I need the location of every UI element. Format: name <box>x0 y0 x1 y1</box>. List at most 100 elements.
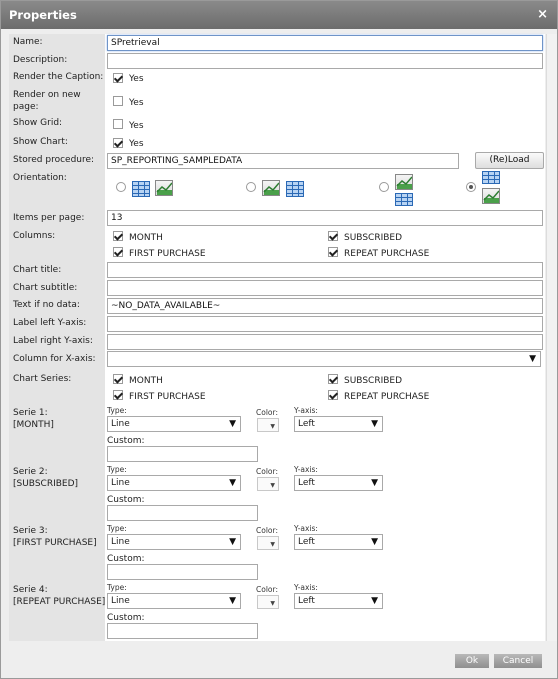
orientation-radio-3[interactable] <box>379 182 389 192</box>
serie-3-name: [FIRST PURCHASE] <box>13 538 97 548</box>
serie-4-color-picker[interactable]: ▼ <box>257 595 279 609</box>
serie-3-color-label: Color: <box>256 526 278 535</box>
serie-4-yaxis-label: Y-axis: <box>294 583 318 592</box>
serie-2-type-label: Type: <box>107 465 127 474</box>
columns-option-subscribed: SUBSCRIBED <box>344 233 403 243</box>
grid-icon <box>482 171 500 184</box>
serie-4-name: [REPEAT PURCHASE] <box>13 597 106 607</box>
stored-procedure-input[interactable]: SP_REPORTING_SAMPLEDATA <box>107 153 459 169</box>
chart-icon <box>155 180 173 196</box>
chevron-down-icon: ▼ <box>270 423 275 430</box>
grid-icon <box>395 193 413 206</box>
serie-3-custom-input[interactable] <box>107 564 258 580</box>
serie-2-name: [SUBSCRIBED] <box>13 479 79 489</box>
reload-button[interactable]: (Re)Load <box>475 152 544 169</box>
serie-1-type-value: Line <box>111 419 130 429</box>
chart-series-checkbox-repeat-purchase[interactable] <box>328 390 338 400</box>
column-x-axis-select[interactable]: ▼ <box>107 351 541 367</box>
serie-1-title: Serie 1: <box>13 408 48 418</box>
label-right-y-input[interactable] <box>107 334 543 350</box>
serie-1-type-select[interactable]: Line ▼ <box>107 416 241 432</box>
properties-dialog: Properties × Name: SPretrieval Descripti… <box>0 0 558 679</box>
title-bar[interactable]: Properties × <box>1 1 557 29</box>
serie-3-title: Serie 3: <box>13 526 48 536</box>
serie-4-title: Serie 4: <box>13 585 48 595</box>
serie-2-type-value: Line <box>111 478 130 488</box>
columns-option-repeat-purchase: REPEAT PURCHASE <box>344 249 430 259</box>
serie-3-yaxis-select[interactable]: Left ▼ <box>294 534 383 550</box>
serie-2-yaxis-value: Left <box>298 478 315 488</box>
chevron-down-icon: ▼ <box>229 596 236 606</box>
serie-3-type-label: Type: <box>107 524 127 533</box>
ok-button[interactable]: Ok <box>455 654 489 668</box>
serie-2-yaxis-select[interactable]: Left ▼ <box>294 475 383 491</box>
chart-series-option-month: MONTH <box>129 376 163 386</box>
render-new-page-checkbox[interactable] <box>113 96 123 106</box>
grid-icon <box>286 181 304 197</box>
render-new-page-label-2: page: <box>13 102 39 112</box>
serie-1-yaxis-select[interactable]: Left ▼ <box>294 416 383 432</box>
chart-icon <box>395 174 413 190</box>
serie-2-type-select[interactable]: Line ▼ <box>107 475 241 491</box>
serie-1-color-picker[interactable]: ▼ <box>257 418 279 432</box>
serie-2-color-label: Color: <box>256 467 278 476</box>
render-caption-checkbox[interactable] <box>113 73 123 83</box>
chevron-down-icon: ▼ <box>371 419 378 429</box>
serie-4-custom-input[interactable] <box>107 623 258 639</box>
orientation-radio-2[interactable] <box>246 182 256 192</box>
label-left-y-input[interactable] <box>107 316 543 332</box>
columns-option-first-purchase: FIRST PURCHASE <box>129 249 206 259</box>
serie-2-custom-input[interactable] <box>107 505 258 521</box>
description-label: Description: <box>13 55 68 65</box>
text-no-data-input[interactable]: ~NO_DATA_AVAILABLE~ <box>107 298 543 314</box>
serie-2-color-picker[interactable]: ▼ <box>257 477 279 491</box>
chevron-down-icon: ▼ <box>229 537 236 547</box>
columns-checkbox-month[interactable] <box>113 231 123 241</box>
serie-3-yaxis-label: Y-axis: <box>294 524 318 533</box>
chevron-down-icon: ▼ <box>270 541 275 548</box>
serie-2-yaxis-label: Y-axis: <box>294 465 318 474</box>
serie-4-color-label: Color: <box>256 585 278 594</box>
orientation-radio-4[interactable] <box>466 182 476 192</box>
chevron-down-icon: ▼ <box>270 600 275 607</box>
serie-4-type-label: Type: <box>107 583 127 592</box>
serie-4-yaxis-select[interactable]: Left ▼ <box>294 593 383 609</box>
columns-checkbox-subscribed[interactable] <box>328 231 338 241</box>
chart-series-option-subscribed: SUBSCRIBED <box>344 376 403 386</box>
chart-subtitle-input[interactable] <box>107 280 543 296</box>
columns-checkbox-repeat-purchase[interactable] <box>328 247 338 257</box>
cancel-button[interactable]: Cancel <box>494 654 542 668</box>
name-input[interactable]: SPretrieval <box>107 35 543 51</box>
chart-icon <box>482 188 500 204</box>
chart-subtitle-label: Chart subtitle: <box>13 283 78 293</box>
description-input[interactable] <box>107 53 543 69</box>
close-icon[interactable]: × <box>537 7 548 22</box>
serie-4-type-select[interactable]: Line ▼ <box>107 593 241 609</box>
columns-checkbox-first-purchase[interactable] <box>113 247 123 257</box>
chevron-down-icon: ▼ <box>371 596 378 606</box>
serie-2-title: Serie 2: <box>13 467 48 477</box>
chart-series-checkbox-subscribed[interactable] <box>328 374 338 384</box>
chart-title-label: Chart title: <box>13 265 62 275</box>
serie-3-type-select[interactable]: Line ▼ <box>107 534 241 550</box>
show-chart-option: Yes <box>129 139 144 149</box>
show-grid-checkbox[interactable] <box>113 119 123 129</box>
show-chart-checkbox[interactable] <box>113 138 123 148</box>
scrollbar[interactable] <box>546 34 557 641</box>
serie-4-yaxis-value: Left <box>298 596 315 606</box>
orientation-radio-1[interactable] <box>116 182 126 192</box>
chevron-down-icon: ▼ <box>229 478 236 488</box>
chevron-down-icon: ▼ <box>371 478 378 488</box>
chart-title-input[interactable] <box>107 262 543 278</box>
serie-3-color-picker[interactable]: ▼ <box>257 536 279 550</box>
stored-procedure-label: Stored procedure: <box>13 155 95 165</box>
chart-icon <box>262 180 280 196</box>
chart-series-checkbox-first-purchase[interactable] <box>113 390 123 400</box>
chevron-down-icon: ▼ <box>371 537 378 547</box>
show-chart-label: Show Chart: <box>13 137 68 147</box>
chart-series-checkbox-month[interactable] <box>113 374 123 384</box>
items-per-page-input[interactable]: 13 <box>107 210 543 226</box>
serie-1-custom-input[interactable] <box>107 446 258 462</box>
chart-series-option-first-purchase: FIRST PURCHASE <box>129 392 206 402</box>
serie-1-color-label: Color: <box>256 408 278 417</box>
